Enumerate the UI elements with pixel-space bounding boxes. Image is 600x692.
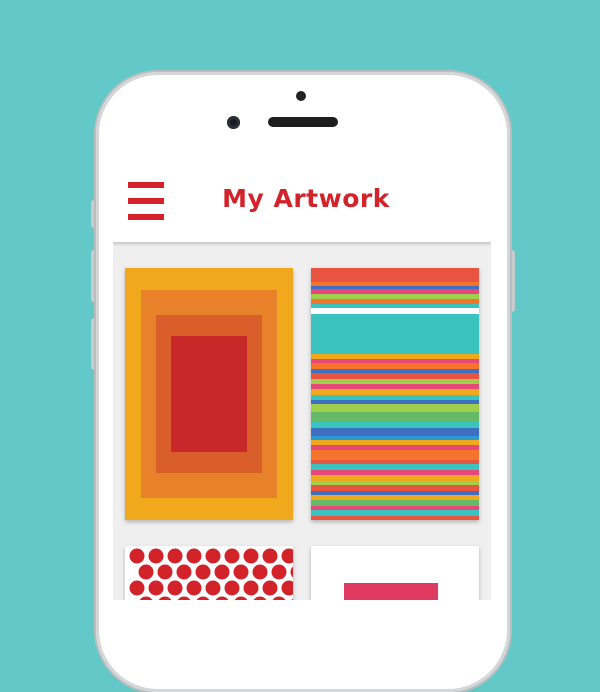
polka-dot xyxy=(215,596,229,600)
polka-dot xyxy=(243,548,259,564)
polka-dot xyxy=(272,596,286,600)
artwork-card-polka-dots[interactable] xyxy=(125,546,293,600)
polka-dot xyxy=(129,580,145,596)
artwork-card-nested-rectangles[interactable] xyxy=(125,268,293,520)
polka-dot xyxy=(138,564,154,580)
earpiece-speaker xyxy=(268,117,338,127)
phone-screen: My Artwork xyxy=(113,166,491,600)
proximity-sensor xyxy=(296,91,306,101)
polka-dot xyxy=(167,548,183,564)
polka-dot xyxy=(139,596,153,600)
polka-dot xyxy=(129,548,145,564)
stripe xyxy=(311,268,479,282)
polka-dot xyxy=(224,548,240,564)
polka-dot xyxy=(281,580,293,596)
polka-dot xyxy=(224,580,240,596)
polka-dot xyxy=(196,596,210,600)
stripe xyxy=(311,404,479,412)
artwork-layer xyxy=(171,336,247,452)
artwork-card-stripes[interactable] xyxy=(311,268,479,520)
polka-dot xyxy=(253,596,267,600)
polka-dot xyxy=(291,598,293,600)
polka-dot xyxy=(148,580,164,596)
artwork-card-pink-shape[interactable] xyxy=(311,546,479,600)
polka-dot xyxy=(195,564,211,580)
polka-dot xyxy=(290,566,293,578)
polka-dot xyxy=(177,596,191,600)
polka-dot xyxy=(148,548,164,564)
polka-dot xyxy=(214,564,230,580)
page-title: My Artwork xyxy=(222,184,390,213)
polka-dot xyxy=(262,548,278,564)
polka-dot xyxy=(176,564,192,580)
stripe xyxy=(311,314,479,322)
polka-dot xyxy=(186,580,202,596)
app-header: My Artwork xyxy=(113,166,491,242)
polka-dot xyxy=(252,564,268,580)
polka-dot xyxy=(205,548,221,564)
stripe xyxy=(311,322,479,354)
stripe xyxy=(311,428,479,436)
polka-dots-pattern xyxy=(129,548,293,600)
front-camera-icon xyxy=(227,116,240,129)
stripe xyxy=(311,412,479,422)
polka-dot xyxy=(186,548,202,564)
polka-dot xyxy=(243,580,259,596)
stripe xyxy=(311,516,479,520)
polka-dot xyxy=(233,564,249,580)
polka-dot xyxy=(158,596,172,600)
polka-dot xyxy=(205,580,221,596)
polka-dot xyxy=(157,564,173,580)
polka-dot xyxy=(281,548,293,564)
polka-dot xyxy=(167,580,183,596)
polka-dot xyxy=(271,564,287,580)
polka-dot xyxy=(262,580,278,596)
stripe xyxy=(311,450,479,460)
polka-dot xyxy=(234,596,248,600)
artwork-shape xyxy=(344,583,438,600)
